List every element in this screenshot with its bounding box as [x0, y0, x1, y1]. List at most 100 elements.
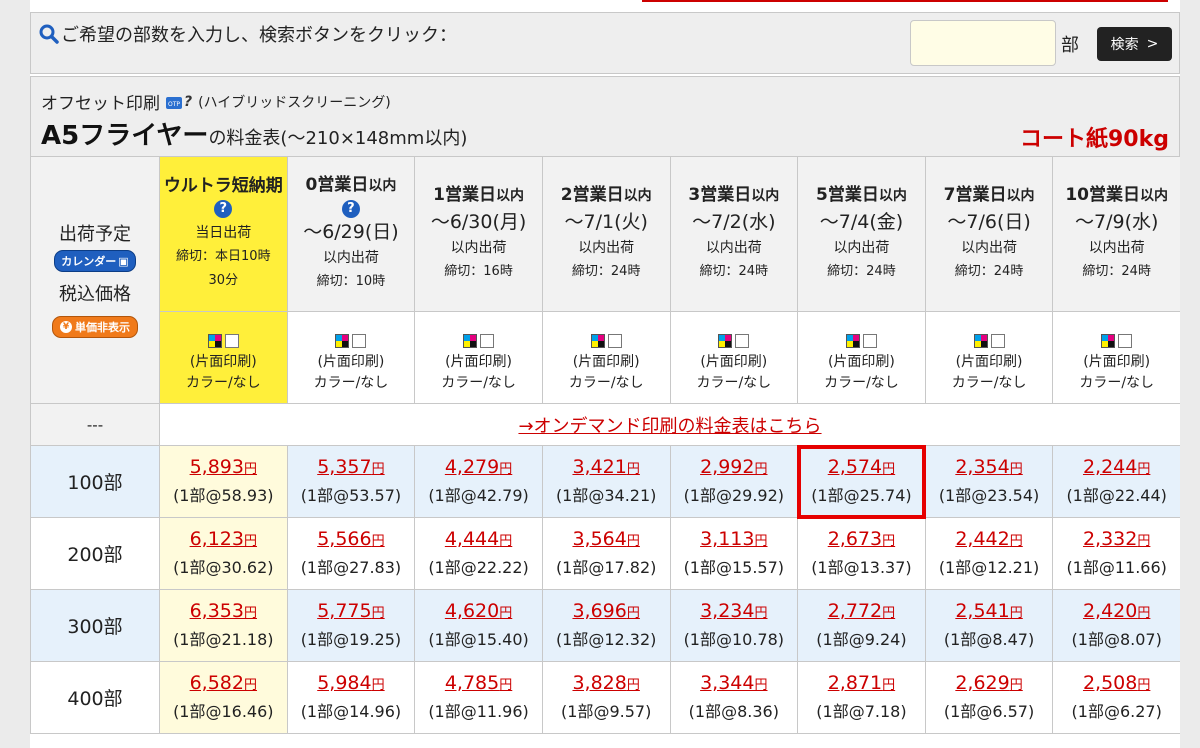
cmyk-color-icon [590, 334, 605, 348]
price-cell: 5,775円 (1部@19.25) [286, 589, 416, 662]
price-link[interactable]: 5,984円 [317, 672, 384, 694]
price-link[interactable]: 3,564円 [572, 528, 639, 550]
ink-indicator [207, 334, 239, 348]
cmyk-color-icon [718, 334, 733, 348]
price-cell: 2,673円 (1部@13.37) [797, 517, 926, 590]
price-link[interactable]: 5,357円 [317, 456, 384, 478]
help-icon[interactable]: ? [341, 199, 360, 218]
price-link[interactable]: 3,344円 [700, 672, 767, 694]
color-mode: カラー/なし [185, 375, 261, 391]
price-link[interactable]: 2,244円 [1083, 456, 1150, 478]
blank-color-icon [607, 334, 622, 348]
price-cell: 3,234円 (1部@10.78) [669, 589, 799, 662]
price-link[interactable]: 3,421円 [572, 456, 639, 478]
color-mode: カラー/なし [313, 375, 389, 391]
unit-price: (1部@13.37) [811, 558, 912, 577]
unit-price: (1部@12.32) [555, 630, 657, 649]
unit-price: (1部@8.36) [688, 702, 779, 721]
color-cell: (片面印刷) カラー/なし [669, 311, 799, 404]
price-cell: 2,992円 (1部@29.92) [669, 445, 799, 518]
color-mode: カラー/なし [951, 375, 1027, 391]
price-cell: 4,279円 (1部@42.79) [414, 445, 543, 518]
print-method: オフセット印刷 [41, 94, 160, 114]
color-mode: カラー/なし [568, 375, 644, 391]
color-cell: (片面印刷) カラー/なし [414, 311, 543, 404]
ondemand-link[interactable]: →オンデマンド印刷の料金表はこちら [518, 416, 821, 437]
price-link[interactable]: 2,772円 [828, 600, 895, 622]
unit-price: (1部@53.57) [300, 486, 402, 505]
price-link[interactable]: 4,279円 [445, 456, 512, 478]
screening-note: (ハイブリッドスクリーニング) [198, 94, 391, 111]
ink-indicator [463, 334, 495, 348]
unit-price: (1部@8.07) [1071, 630, 1162, 649]
price-link[interactable]: 6,123円 [190, 528, 257, 550]
cmyk-color-icon [463, 334, 478, 348]
price-link[interactable]: 2,574円 [828, 456, 895, 478]
column-header-0day: 0営業日以内 ? 〜6/29(日) 以内出荷 締切：10時 [286, 156, 416, 312]
price-link[interactable]: 2,420円 [1083, 600, 1150, 622]
unit-price: (1部@22.22) [428, 558, 529, 577]
price-link[interactable]: 2,629円 [955, 672, 1022, 694]
print-side: (片面印刷) [572, 354, 640, 370]
price-cell: 2,772円 (1部@9.24) [797, 589, 926, 662]
price-link[interactable]: 3,234円 [700, 600, 767, 622]
unit-price-toggle-button[interactable]: ¥ 単価非表示 [52, 316, 138, 338]
product-line: A5フライヤーの料金表(〜210×148mm以内) [41, 115, 467, 152]
price-cell: 5,566円 (1部@27.83) [286, 517, 416, 590]
price-link[interactable]: 6,582円 [190, 672, 257, 694]
color-mode: カラー/なし [824, 375, 899, 391]
price-link[interactable]: 4,785円 [445, 672, 512, 694]
price-link[interactable]: 2,871円 [828, 672, 895, 694]
price-link[interactable]: 5,893円 [190, 456, 257, 478]
help-icon[interactable]: ? [214, 200, 233, 218]
column-header-7day: 7営業日以内 〜7/6(日) 以内出荷 締切：24時 [924, 156, 1054, 312]
price-link[interactable]: 3,113円 [700, 528, 767, 550]
calendar-button[interactable]: カレンダー ▣ [54, 250, 136, 272]
unit-price: (1部@9.24) [816, 630, 907, 649]
cmyk-color-icon [1101, 334, 1116, 348]
search-button[interactable]: 検索 > [1097, 27, 1172, 61]
price-link[interactable]: 5,775円 [317, 600, 384, 622]
blank-color-icon [480, 334, 495, 348]
print-side: (片面印刷) [317, 354, 385, 370]
price-cell: 3,344円 (1部@8.36) [669, 661, 799, 734]
price-link[interactable]: 2,332円 [1083, 528, 1150, 550]
ink-indicator [1101, 334, 1133, 348]
unit-price: (1部@16.46) [173, 702, 274, 721]
table-row: 200部 6,123円 (1部@30.62) 5,566円 (1部@27.83) 4,44… [30, 517, 1180, 590]
table-suffix: の料金表(〜210×148mm以内) [208, 128, 468, 149]
yen-icon: ¥ [60, 321, 72, 333]
print-side: (片面印刷) [189, 354, 257, 370]
quantity-input[interactable] [910, 20, 1056, 66]
price-link[interactable]: 2,992円 [700, 456, 767, 478]
color-cell: (片面印刷) カラー/なし [541, 311, 671, 404]
price-table: 出荷予定 カレンダー ▣ 税込価格 ¥ 単価非表示 ウルトラ短納期 ? 当日出荷 締… [30, 156, 1180, 734]
price-link[interactable]: 4,444円 [445, 528, 512, 550]
unit-price: (1部@10.78) [683, 630, 785, 649]
price-link[interactable]: 6,353円 [190, 600, 257, 622]
unit-price: (1部@11.96) [428, 702, 529, 721]
unit-price: (1部@22.44) [1066, 486, 1167, 505]
unit-price: (1部@15.57) [683, 558, 785, 577]
search-button-label: 検索 [1110, 37, 1139, 53]
unit-price: (1部@12.21) [938, 558, 1040, 577]
unit-price: (1部@19.25) [300, 630, 402, 649]
ondemand-cell: →オンデマンド印刷の料金表はこちら [159, 403, 1180, 446]
price-cell: 3,113円 (1部@15.57) [669, 517, 799, 590]
price-link[interactable]: 4,620円 [445, 600, 512, 622]
otp-help-icon[interactable]: OTP ? [166, 93, 192, 111]
column-header-10day: 10営業日以内 〜7/9(水) 以内出荷 締切：24時 [1052, 156, 1180, 312]
price-link[interactable]: 2,673円 [828, 528, 895, 550]
price-link[interactable]: 2,442円 [955, 528, 1022, 550]
color-mode: カラー/なし [1079, 375, 1155, 391]
price-link[interactable]: 2,354円 [955, 456, 1022, 478]
quantity-cell: 300部 [30, 589, 160, 662]
unit-price: (1部@58.93) [173, 486, 274, 505]
svg-text:OTP: OTP [168, 101, 180, 108]
price-link[interactable]: 3,696円 [572, 600, 639, 622]
price-link[interactable]: 2,541円 [955, 600, 1022, 622]
price-link[interactable]: 3,828円 [572, 672, 639, 694]
price-link[interactable]: 2,508円 [1083, 672, 1150, 694]
price-link[interactable]: 5,566円 [317, 528, 384, 550]
ship-label: 出荷予定 [59, 224, 131, 245]
